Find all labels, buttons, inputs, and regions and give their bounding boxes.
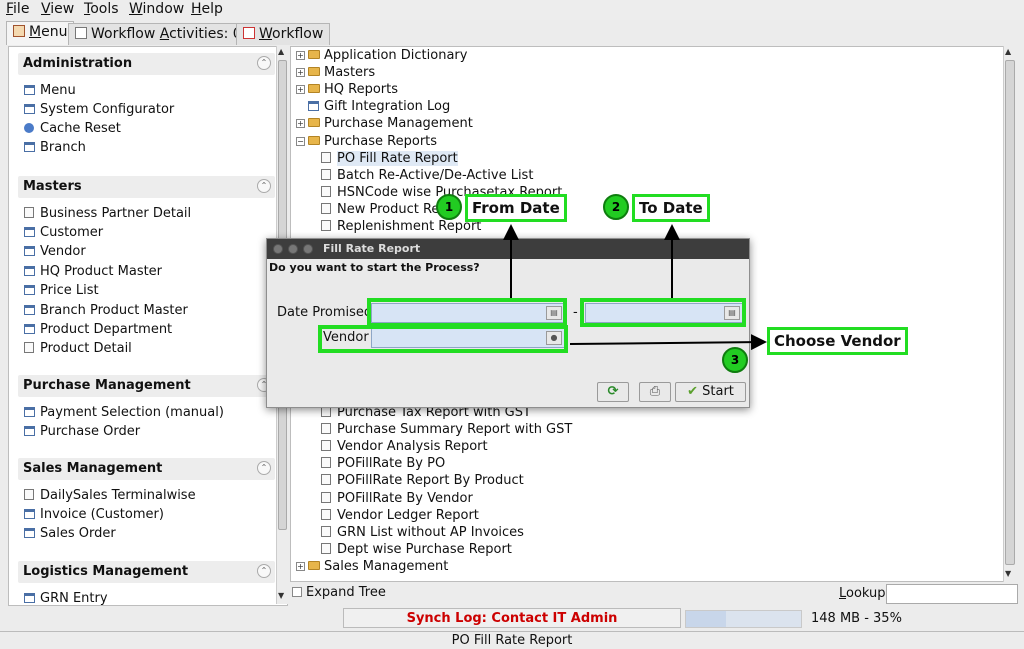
annotation-arrows bbox=[503, 224, 767, 351]
callout-to-date: To Date bbox=[632, 194, 710, 222]
callout-from-date: From Date bbox=[465, 194, 567, 222]
step-badge-1: 1 bbox=[436, 194, 462, 220]
arrow-vendor bbox=[569, 334, 767, 351]
step-badge-2: 2 bbox=[603, 194, 629, 220]
step-badge-3: 3 bbox=[722, 347, 748, 373]
callout-choose-vendor: Choose Vendor bbox=[767, 327, 908, 355]
